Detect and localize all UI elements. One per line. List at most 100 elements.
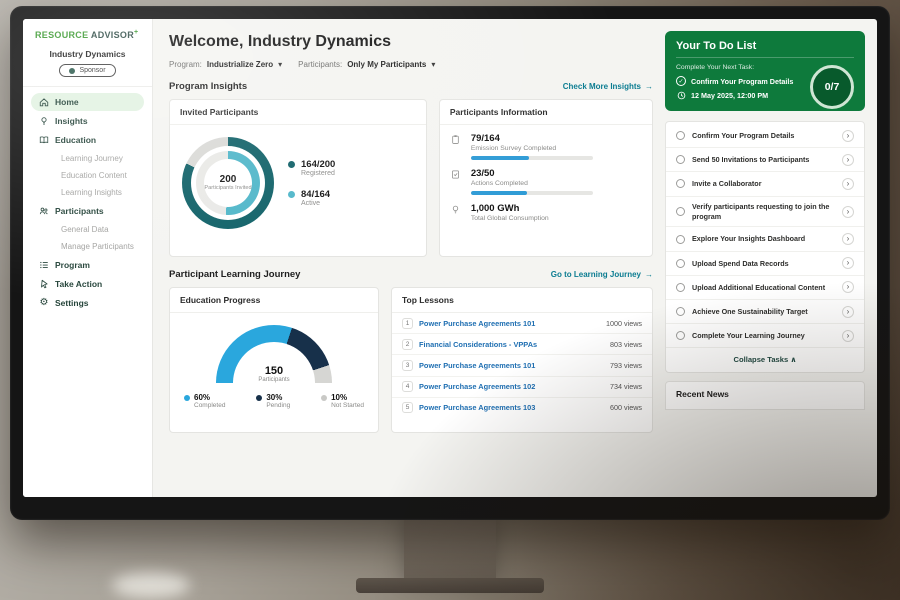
chevron-right-icon[interactable]: › — [842, 206, 854, 218]
participants-information-title: Participants Information — [440, 100, 652, 125]
monitor-stand-base — [356, 578, 544, 593]
cursor-icon — [39, 279, 49, 289]
filters-row: Program: Industrialize Zero ▾ Participan… — [169, 60, 653, 69]
check-circle-icon: ✓ — [676, 76, 686, 86]
checkbox-icon[interactable] — [676, 259, 685, 268]
checkbox-icon[interactable] — [676, 331, 685, 340]
page-title: Welcome, Industry Dynamics — [169, 33, 653, 51]
donut-center-value: 200 — [220, 174, 237, 185]
lesson-link[interactable]: Power Purchase Agreements 102 — [419, 382, 604, 391]
sidebar-item-education-content[interactable]: Education Content — [31, 167, 144, 184]
education-progress-card: Education Progress 150 Participants — [169, 287, 379, 433]
task-row-complete-learning-journey[interactable]: Complete Your Learning Journey › — [666, 324, 864, 348]
go-to-learning-journey-link[interactable]: Go to Learning Journey → — [551, 270, 653, 279]
monitor-bezel: RESOURCE ADVISOR+ Industry Dynamics Spon… — [10, 6, 890, 520]
sidebar-item-insights[interactable]: Insights — [31, 112, 144, 130]
lesson-link[interactable]: Power Purchase Agreements 103 — [419, 403, 604, 412]
check-more-insights-link[interactable]: Check More Insights → — [563, 82, 653, 91]
task-row-upload-educational-content[interactable]: Upload Additional Educational Content › — [666, 276, 864, 300]
task-row-verify-participants[interactable]: Verify participants requesting to join t… — [666, 197, 864, 228]
program-insights-title: Program Insights — [169, 81, 247, 92]
brand-plus: + — [134, 29, 138, 36]
sidebar-item-label: Participants — [55, 206, 104, 216]
desk-object — [112, 572, 190, 598]
sidebar-item-learning-journey[interactable]: Learning Journey — [31, 150, 144, 167]
todo-progress-badge: 0/7 — [810, 65, 854, 109]
lesson-views: 793 views — [610, 361, 642, 370]
monitor-stand-neck — [404, 518, 496, 582]
actions-progress-bar — [471, 191, 593, 195]
task-row-upload-spend-data[interactable]: Upload Spend Data Records › — [666, 252, 864, 276]
invited-participants-donut: 200 Participants Invited — [182, 137, 274, 229]
clipboard-icon — [451, 133, 463, 160]
todo-next-time: 12 May 2025, 12:00 PM — [676, 91, 806, 100]
sidebar-item-program[interactable]: Program — [31, 256, 144, 274]
sidebar-item-label: Insights — [55, 116, 88, 126]
sponsor-badge[interactable]: Sponsor — [59, 64, 115, 77]
chevron-right-icon[interactable]: › — [842, 306, 854, 318]
chevron-right-icon[interactable]: › — [842, 257, 854, 269]
lesson-rank: 1 — [402, 318, 413, 329]
lesson-link[interactable]: Power Purchase Agreements 101 — [419, 361, 604, 370]
stat-total-consumption: 1,000 GWh Total Global Consumption — [440, 195, 652, 222]
sidebar-item-education[interactable]: Education — [31, 131, 144, 149]
participants-filter[interactable]: Participants: Only My Participants ▾ — [298, 60, 435, 69]
task-row-send-invitations[interactable]: Send 50 Invitations to Participants › — [666, 148, 864, 172]
completed-label: Completed — [194, 402, 225, 409]
lesson-link[interactable]: Power Purchase Agreements 101 — [419, 319, 600, 328]
sidebar-item-label: Take Action — [55, 279, 102, 289]
chevron-right-icon[interactable]: › — [842, 130, 854, 142]
sidebar-item-manage-participants[interactable]: Manage Participants — [31, 238, 144, 255]
bulb-icon — [451, 203, 463, 222]
checkbox-icon[interactable] — [676, 307, 685, 316]
brand-primary: RESOURCE — [35, 30, 88, 40]
task-row-achieve-target[interactable]: Achieve One Sustainability Target › — [666, 300, 864, 324]
sidebar-item-label: Program — [55, 260, 90, 270]
legend-item-not-started: 10% Not Started — [321, 393, 364, 409]
checkbox-icon[interactable] — [676, 131, 685, 140]
task-row-explore-insights[interactable]: Explore Your Insights Dashboard › — [666, 227, 864, 251]
lesson-views: 803 views — [610, 340, 642, 349]
recent-news-header: Recent News — [665, 381, 865, 410]
recent-news-title: Recent News — [676, 389, 729, 399]
tasks-list-card: Confirm Your Program Details › Send 50 I… — [665, 121, 865, 373]
go-to-learning-journey-label: Go to Learning Journey — [551, 270, 641, 279]
sidebar-item-label: Home — [55, 97, 79, 107]
chevron-right-icon[interactable]: › — [842, 154, 854, 166]
lesson-link[interactable]: Financial Considerations - VPPAs — [419, 340, 604, 349]
checkbox-icon[interactable] — [676, 283, 685, 292]
lightbulb-icon — [39, 116, 49, 126]
sidebar-item-general-data[interactable]: General Data — [31, 221, 144, 238]
main-content: Welcome, Industry Dynamics Program: Indu… — [153, 19, 665, 497]
task-row-confirm-program[interactable]: Confirm Your Program Details › — [666, 124, 864, 148]
task-label: Explore Your Insights Dashboard — [692, 234, 835, 243]
active-label: Active — [301, 200, 330, 207]
emission-progress-bar — [471, 156, 593, 160]
chevron-right-icon[interactable]: › — [842, 233, 854, 245]
chevron-right-icon[interactable]: › — [842, 330, 854, 342]
not-started-label: Not Started — [331, 402, 364, 409]
collapse-icon: ∧ — [790, 355, 796, 364]
checkbox-icon[interactable] — [676, 207, 685, 216]
sidebar-item-take-action[interactable]: Take Action — [31, 275, 144, 293]
sidebar-item-home[interactable]: Home — [31, 93, 144, 111]
education-progress-title: Education Progress — [170, 288, 378, 313]
legend-item-completed: 60% Completed — [184, 393, 225, 409]
checkbox-icon[interactable] — [676, 179, 685, 188]
chevron-right-icon[interactable]: › — [842, 281, 854, 293]
invited-legend: 164/200 Registered 84/164 Active — [288, 159, 335, 207]
sidebar-item-learning-insights[interactable]: Learning Insights — [31, 184, 144, 201]
sidebar-item-settings[interactable]: ⚙ Settings — [31, 294, 144, 312]
checklist-icon — [451, 168, 463, 195]
invited-participants-body: 200 Participants Invited 164/200 Registe — [170, 125, 426, 241]
chevron-down-icon: ▾ — [278, 60, 282, 69]
program-filter[interactable]: Program: Industrialize Zero ▾ — [169, 60, 282, 69]
task-label: Confirm Your Program Details — [692, 131, 835, 140]
completed-value: 60% — [194, 393, 225, 402]
sidebar-item-participants[interactable]: Participants — [31, 202, 144, 220]
task-row-invite-collaborator[interactable]: Invite a Collaborator › — [666, 172, 864, 196]
chevron-right-icon[interactable]: › — [842, 178, 854, 190]
collapse-tasks-link[interactable]: Collapse Tasks ∧ — [666, 348, 864, 370]
checkbox-icon[interactable] — [676, 235, 685, 244]
checkbox-icon[interactable] — [676, 155, 685, 164]
